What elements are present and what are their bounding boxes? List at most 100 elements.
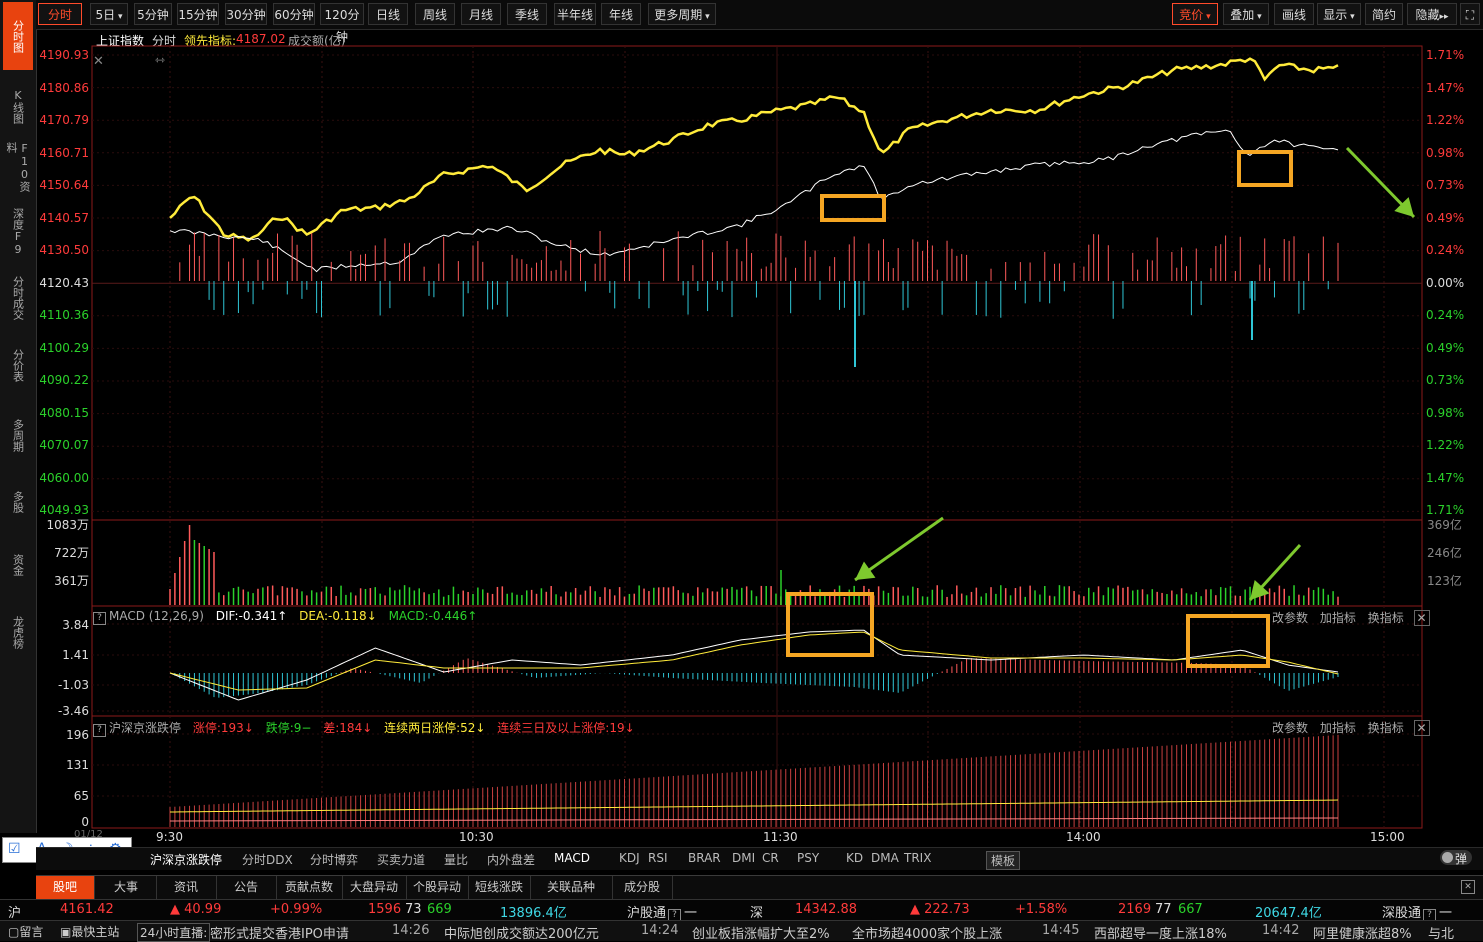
message-button[interactable]: ▢留言 bbox=[8, 923, 43, 940]
fast-server-button[interactable]: ▣最快主站 bbox=[60, 923, 119, 940]
news-item[interactable]: 西部超导一度上涨18% bbox=[1094, 923, 1227, 942]
macd-dif-line bbox=[169, 629, 1339, 701]
popup-toggle[interactable]: 弹 bbox=[1440, 850, 1472, 866]
sz-up-count: 2169 bbox=[1118, 902, 1152, 917]
limit-axis-label: 196 bbox=[66, 728, 89, 742]
macd-switch-indicator-button[interactable]: 换指标 bbox=[1368, 611, 1404, 625]
price-axis-label: 4160.71 bbox=[39, 145, 89, 160]
sh-pct: +0.99% bbox=[270, 902, 323, 917]
market-status-bar: 沪 4161.42 ▲ 40.99 +0.99% 1596 73 669 138… bbox=[0, 899, 1483, 922]
info-tab[interactable]: 大事 bbox=[96, 876, 157, 899]
volume-axis-label: 1083万 bbox=[46, 518, 89, 532]
macd-dif: DIF:-0.341↑ bbox=[215, 609, 288, 623]
indicator-tab[interactable]: DMA bbox=[871, 851, 899, 865]
macd-value: MACD:-0.446↑ bbox=[388, 609, 478, 623]
news-item[interactable]: 阿里健康涨超8% bbox=[1313, 923, 1412, 942]
macd-add-indicator-button[interactable]: 加指标 bbox=[1320, 611, 1356, 625]
limit-edit-params-button[interactable]: 改参数 bbox=[1272, 721, 1308, 735]
indicator-tab[interactable]: MACD bbox=[554, 851, 590, 865]
help-icon[interactable]: ? bbox=[93, 612, 106, 625]
macd-title: MACD (12,26,9) bbox=[109, 609, 204, 623]
price-axis-label: 4140.57 bbox=[39, 210, 89, 225]
pct-axis-label: 0.98% bbox=[1426, 145, 1465, 160]
indicator-tab[interactable]: 分时博弈 bbox=[310, 851, 358, 868]
indicator-tab[interactable]: 量比 bbox=[444, 851, 468, 868]
limit-three-day-line bbox=[169, 817, 1339, 822]
price-axis-label: 4180.86 bbox=[39, 80, 89, 95]
news-ticker: ▢留言 ▣最快主站 24小时直播: 密形式提交香港IPO申请 14:26 中际旭… bbox=[0, 920, 1483, 942]
pct-axis-label: 0.24% bbox=[1426, 243, 1465, 257]
close-icon[interactable]: ✕ bbox=[1413, 610, 1430, 626]
macd-title-bar: ? MACD (12,26,9) DIF:-0.341↑ DEA:-0.118↓ … bbox=[93, 609, 477, 625]
info-tab[interactable]: 股吧 bbox=[36, 876, 95, 899]
news-time: 14:24 bbox=[641, 923, 679, 938]
info-tab[interactable]: 贡献点数 bbox=[276, 876, 343, 899]
limit-add-indicator-button[interactable]: 加指标 bbox=[1320, 721, 1356, 735]
info-tab[interactable]: 资讯 bbox=[156, 876, 217, 899]
limit-switch-indicator-button[interactable]: 换指标 bbox=[1368, 721, 1404, 735]
price-line bbox=[169, 57, 1339, 242]
pct-axis-label: 1.71% bbox=[1426, 48, 1465, 62]
annotation-arrow-head bbox=[855, 561, 876, 580]
info-tab[interactable]: 公告 bbox=[216, 876, 277, 899]
sh-up-count: 1596 bbox=[368, 902, 402, 917]
news-time: 14:26 bbox=[392, 923, 430, 938]
limit-two-day-line bbox=[170, 799, 1339, 813]
news-item[interactable]: 全市场超4000家个股上涨 bbox=[852, 923, 1002, 942]
price-axis-label: 4070.07 bbox=[39, 438, 89, 452]
limit-up: 涨停:193↓ bbox=[192, 721, 254, 735]
news-item[interactable]: 与北 bbox=[1428, 923, 1454, 942]
limit-title-bar: ? 沪深京涨跌停 涨停:193↓ 跌停:9− 差:184↓ 连续两日涨停:52↓ … bbox=[93, 719, 635, 737]
sh-label: 沪 bbox=[8, 906, 22, 921]
limit-three-day: 连续三日及以上涨停:19↓ bbox=[497, 721, 635, 735]
indicator-tab[interactable]: 买卖力道 bbox=[377, 851, 425, 868]
volume-axis-label: 722万 bbox=[54, 546, 89, 560]
price-axis-label: 4110.36 bbox=[39, 308, 89, 322]
limit-down: 跌停:9− bbox=[265, 721, 312, 735]
limit-actions: 改参数 加指标 换指标 ✕ bbox=[1272, 719, 1430, 736]
indicator-tab[interactable]: 模板 bbox=[986, 851, 1021, 870]
indicator-tab[interactable]: 沪深京涨跌停 bbox=[150, 851, 222, 868]
indicator-tab[interactable]: RSI bbox=[648, 851, 668, 865]
pct-axis-label: 1.71% bbox=[1426, 503, 1465, 517]
sz-change: ▲ 222.73 bbox=[910, 902, 970, 917]
news-item[interactable]: 创业板指涨幅扩大至2% bbox=[692, 923, 830, 942]
price-axis-label: 4130.50 bbox=[39, 243, 89, 257]
checkbox-icon[interactable]: ☑ bbox=[8, 841, 21, 857]
help-icon[interactable]: ? bbox=[93, 724, 106, 737]
indicator-tab[interactable]: KD bbox=[846, 851, 863, 865]
popup-label: 弹 bbox=[1455, 852, 1468, 866]
indicator-tab[interactable]: 内外盘差 bbox=[487, 851, 535, 868]
sz-connect[interactable]: 深股通? 一 bbox=[1382, 902, 1452, 922]
sh-connect[interactable]: 沪股通? 一 bbox=[627, 902, 697, 922]
info-tab[interactable]: 短线涨跌 bbox=[468, 876, 531, 899]
price-axis-label: 4090.22 bbox=[39, 373, 89, 387]
news-item[interactable]: 密形式提交香港IPO申请 bbox=[210, 923, 349, 942]
indicator-tab[interactable]: CR bbox=[762, 851, 779, 865]
macd-dea: DEA:-0.118↓ bbox=[299, 609, 377, 623]
limit-diff: 差:184↓ bbox=[323, 721, 373, 735]
indicator-tab[interactable]: DMI bbox=[732, 851, 755, 865]
indicator-tab[interactable]: TRIX bbox=[904, 851, 931, 865]
macd-edit-params-button[interactable]: 改参数 bbox=[1272, 611, 1308, 625]
close-icon[interactable]: ✕ bbox=[1413, 720, 1430, 736]
pct-axis-label: 0.49% bbox=[1426, 340, 1465, 355]
sz-amount: 20647.4亿 bbox=[1255, 906, 1322, 921]
info-tab[interactable]: 个股异动 bbox=[406, 876, 469, 899]
indicator-tab[interactable]: 分时DDX bbox=[242, 851, 293, 868]
live-label[interactable]: 24小时直播: bbox=[137, 923, 211, 942]
info-tab[interactable]: 关联品种 bbox=[530, 876, 613, 899]
price-axis-label: 4170.79 bbox=[39, 113, 89, 127]
time-axis-label: 14:00 bbox=[1066, 830, 1101, 844]
macd-dea-line bbox=[169, 631, 1339, 691]
indicator-tab[interactable]: BRAR bbox=[688, 851, 721, 865]
sz-flat-count: 77 bbox=[1155, 902, 1172, 917]
close-icon[interactable]: ✕ bbox=[1461, 880, 1475, 894]
time-axis-label: 9:30 bbox=[156, 830, 183, 844]
indicator-tab[interactable]: PSY bbox=[797, 851, 819, 865]
macd-axis-label: -3.46 bbox=[57, 704, 89, 718]
indicator-tab[interactable]: KDJ bbox=[619, 851, 640, 865]
info-tab[interactable]: 成分股 bbox=[612, 876, 673, 899]
info-tab[interactable]: 大盘异动 bbox=[342, 876, 407, 899]
news-item[interactable]: 中际旭创成交额达200亿元 bbox=[444, 923, 599, 942]
